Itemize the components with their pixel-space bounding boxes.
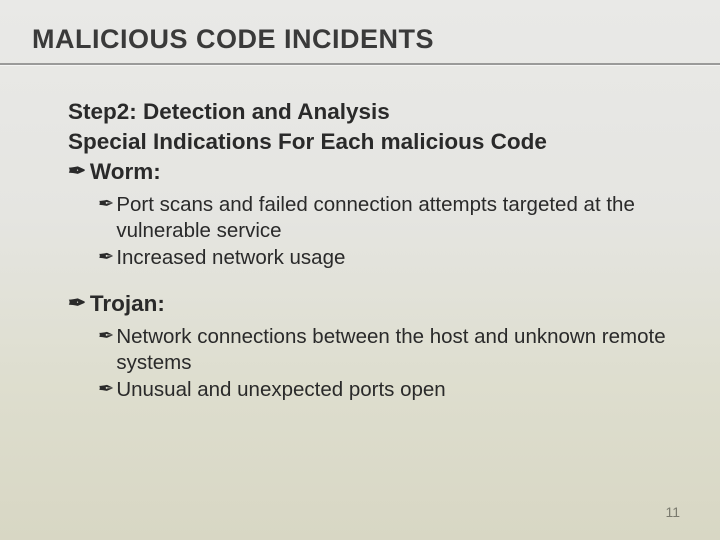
pen-icon: ✒ [98,245,114,267]
trojan-heading: ✒ Trojan: [68,290,668,318]
pen-icon: ✒ [68,158,86,182]
list-item-text: Unusual and unexpected ports open [116,377,445,403]
pen-icon: ✒ [98,192,114,214]
step-heading: Step2: Detection and Analysis [68,98,668,126]
slide: MALICIOUS CODE INCIDENTS Step2: Detectio… [0,0,720,540]
list-item: ✒ Port scans and failed connection attem… [98,192,668,243]
content-area: Step2: Detection and Analysis Special In… [32,98,688,402]
list-item-text: Port scans and failed connection attempt… [116,192,668,243]
trojan-label: Trojan: [90,290,165,318]
worm-list: ✒ Port scans and failed connection attem… [68,192,668,270]
pen-icon: ✒ [98,377,114,399]
list-item: ✒ Increased network usage [98,245,668,271]
list-item-text: Network connections between the host and… [116,324,668,375]
list-item: ✒ Network connections between the host a… [98,324,668,375]
pen-icon: ✒ [98,324,114,346]
list-item-text: Increased network usage [116,245,345,271]
worm-label: Worm: [90,158,161,186]
spacer [68,278,668,288]
trojan-list: ✒ Network connections between the host a… [68,324,668,402]
worm-heading: ✒ Worm: [68,158,668,186]
list-item: ✒ Unusual and unexpected ports open [98,377,668,403]
slide-title: MALICIOUS CODE INCIDENTS [32,24,688,55]
page-number: 11 [665,504,680,520]
title-underline [0,63,720,66]
pen-icon: ✒ [68,290,86,314]
subheading: Special Indications For Each malicious C… [68,128,668,156]
